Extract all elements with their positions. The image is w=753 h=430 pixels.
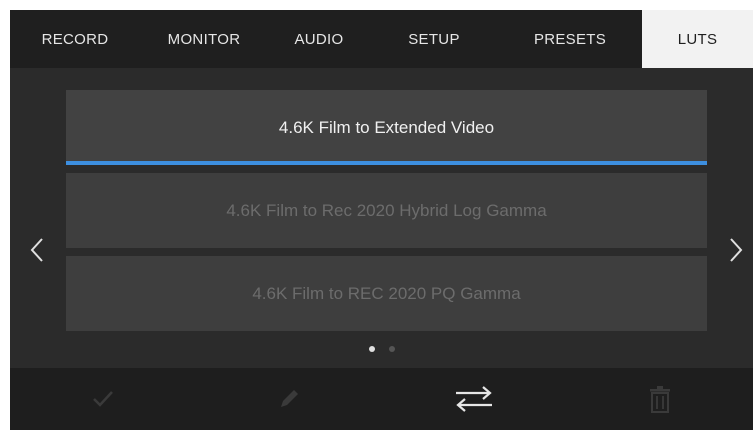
tab-record[interactable]: RECORD [10,10,140,68]
camera-screen: RECORD MONITOR AUDIO SETUP PRESETS LUTS … [10,10,753,430]
lut-item-label: 4.6K Film to Extended Video [278,117,495,137]
bottom-toolbar [10,368,753,430]
page-indicator [10,346,753,352]
lut-item-selected[interactable]: 4.6K Film to Extended Video [66,90,707,165]
transfer-arrows-icon [456,386,493,412]
previous-page-button[interactable] [22,232,52,268]
tab-bar: RECORD MONITOR AUDIO SETUP PRESETS LUTS [10,10,753,68]
import-export-button[interactable] [382,368,568,430]
tab-setup[interactable]: SETUP [370,10,498,68]
pencil-icon [280,390,298,407]
lut-item-label: 4.6K Film to REC 2020 PQ Gamma [252,283,521,303]
tab-monitor[interactable]: MONITOR [140,10,268,68]
next-page-button[interactable] [721,232,751,268]
trash-icon [650,386,671,413]
lut-list: 4.6K Film to Extended Video 4.6K Film to… [66,90,707,339]
chevron-right-icon [730,238,743,262]
tab-luts[interactable]: LUTS [642,10,753,68]
checkmark-icon [92,391,113,407]
rename-lut-button[interactable] [196,368,382,430]
apply-lut-button[interactable] [10,368,196,430]
chevron-left-icon [30,238,43,262]
delete-lut-button[interactable] [567,368,753,430]
lut-item[interactable]: 4.6K Film to Rec 2020 Hybrid Log Gamma [66,173,707,248]
lut-item-label: 4.6K Film to Rec 2020 Hybrid Log Gamma [226,200,547,220]
tab-audio[interactable]: AUDIO [268,10,370,68]
tab-presets[interactable]: PRESETS [498,10,642,68]
lut-item[interactable]: 4.6K Film to REC 2020 PQ Gamma [66,256,707,331]
page-dot-1[interactable] [368,346,375,352]
page-dot-2[interactable] [388,346,395,352]
